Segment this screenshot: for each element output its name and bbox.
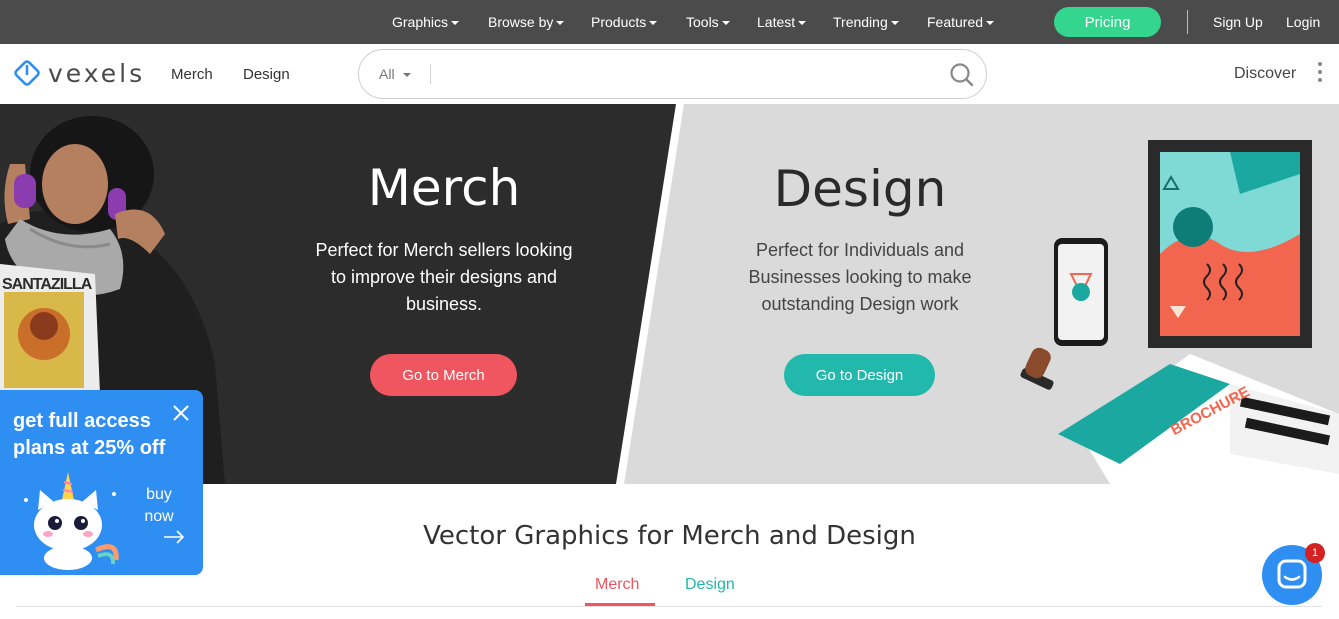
caret-down-icon [556,20,565,25]
login-link[interactable]: Login [1286,14,1320,30]
merch-description: Perfect for Merch sellers looking to imp… [284,237,604,318]
nav-browse-by-label: Browse by [488,14,554,30]
nav-trending[interactable]: Trending [833,14,899,30]
nav-browse-by[interactable]: Browse by [488,14,565,30]
design-description-line: Perfect for Individuals and [755,240,965,260]
merch-description-line: to improve their designs and [330,267,558,287]
search-category-select[interactable]: All [379,66,411,82]
tshirt-print-text: SANTAZILLA [2,276,92,293]
promo-title-line: get full access [13,410,151,432]
notification-badge: 1 [1305,543,1325,563]
search-input[interactable] [437,58,937,90]
merch-description-line: business. [405,294,483,314]
merch-title: Merch [367,159,521,217]
header-nav-design[interactable]: Design [243,66,290,83]
header-nav-merch[interactable]: Merch [171,66,213,83]
buy-now-line: buy [146,486,172,503]
caret-down-icon [402,72,411,77]
vexels-logo-icon [14,60,40,86]
nav-tools[interactable]: Tools [686,14,730,30]
nav-graphics[interactable]: Graphics [392,14,460,30]
nav-latest[interactable]: Latest [757,14,807,30]
main-header: vexels Merch Design All Discover [0,44,1339,104]
caret-down-icon [451,20,460,25]
design-mockup-image [1020,140,1339,484]
nav-trending-label: Trending [833,14,888,30]
unicorn-cat-illustration [24,472,119,570]
signup-link[interactable]: Sign Up [1213,14,1263,30]
top-bar: Graphics Browse by Products Tools Latest… [0,0,1339,44]
caret-down-icon [798,20,807,25]
more-options-icon[interactable] [1316,62,1324,88]
caret-down-icon [721,20,730,25]
tab-merch[interactable]: Merch [595,576,639,594]
go-to-merch-button[interactable]: Go to Merch [370,354,517,396]
discover-link[interactable]: Discover [1234,65,1296,83]
merch-description-line: Perfect for Merch sellers looking [315,240,573,260]
search-separator [430,64,431,84]
close-icon[interactable] [172,404,190,422]
search-icon[interactable] [949,62,975,88]
go-to-design-button[interactable]: Go to Design [784,354,935,396]
search-category-label: All [379,66,395,82]
promo-title: get full access plans at 25% off [13,408,193,462]
search-bar: All [358,49,987,99]
caret-down-icon [649,20,658,25]
caret-down-icon [986,20,995,25]
design-description-line: Businesses looking to make [748,267,972,287]
logo[interactable]: vexels [12,58,145,88]
design-description-line: outstanding Design work [761,294,959,314]
nav-products[interactable]: Products [591,14,658,30]
logo-text: vexels [48,58,146,88]
design-description: Perfect for Individuals and Businesses l… [714,237,1006,318]
pricing-button[interactable]: Pricing [1054,7,1161,37]
caret-down-icon [890,20,899,25]
nav-tools-label: Tools [686,14,719,30]
tab-design[interactable]: Design [685,576,735,594]
section-title: Vector Graphics for Merch and Design [423,521,916,551]
section-divider [16,606,1322,607]
nav-latest-label: Latest [757,14,796,30]
promo-title-line: plans at 25% off [13,437,166,459]
divider [1187,10,1188,34]
nav-graphics-label: Graphics [392,14,449,30]
nav-featured[interactable]: Featured [927,14,995,30]
nav-featured-label: Featured [927,14,984,30]
nav-products-label: Products [591,14,647,30]
